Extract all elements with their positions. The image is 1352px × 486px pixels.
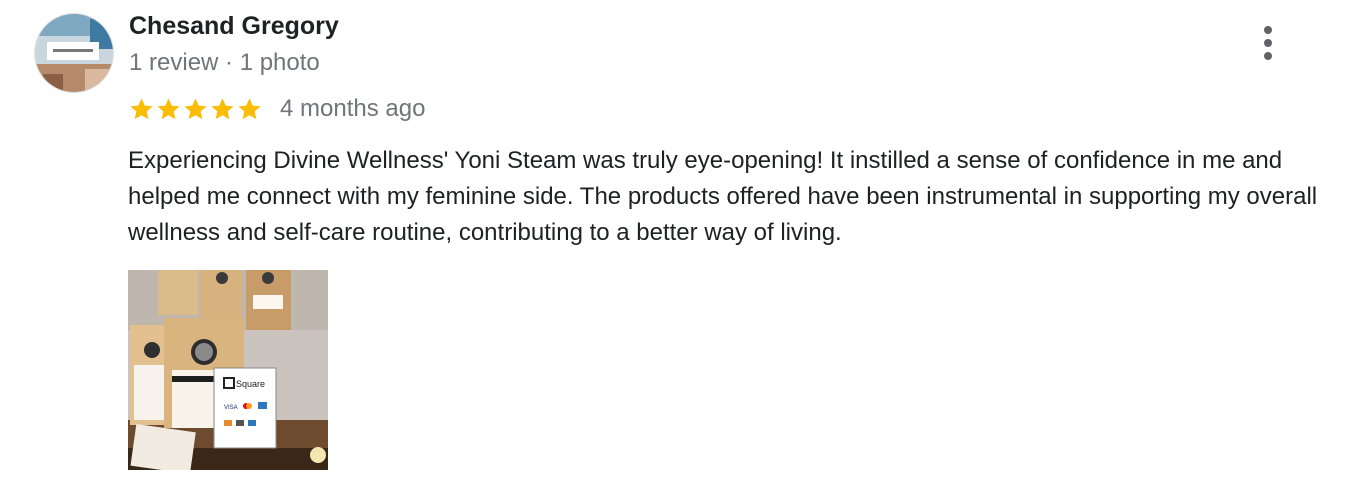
photo-card-text: VISA <box>224 405 238 411</box>
review-photo[interactable]: Square VISA <box>128 270 328 470</box>
review-photo-image: Square VISA <box>128 270 328 470</box>
star-icon <box>157 97 180 119</box>
reviewer-avatar[interactable] <box>34 13 114 93</box>
reviewer-meta[interactable]: 1 review · 1 photo <box>129 49 320 77</box>
reviewer-name[interactable]: Chesand Gregory <box>129 12 339 41</box>
review-text: Experiencing Divine Wellness' Yoni Steam… <box>128 147 1318 246</box>
star-rating <box>128 95 263 123</box>
star-icon <box>130 97 153 119</box>
more-vert-icon[interactable] <box>1254 24 1282 62</box>
review-date: 4 months ago <box>280 95 426 122</box>
star-icon <box>211 97 234 119</box>
star-icon <box>238 97 261 119</box>
avatar-image <box>35 14 113 92</box>
photo-sign-text: Square <box>236 379 265 389</box>
star-icon <box>184 97 207 119</box>
